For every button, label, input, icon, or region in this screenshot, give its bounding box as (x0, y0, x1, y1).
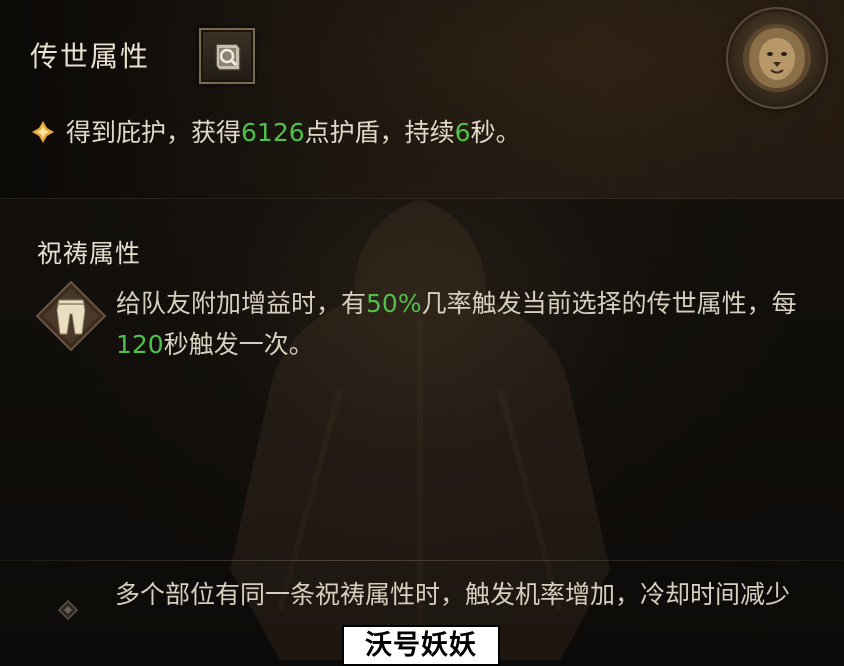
legendary-attribute-title: 传世属性 (30, 40, 151, 73)
watermark: 沃号妖妖 (342, 625, 500, 666)
header-band (0, 0, 844, 199)
chance-value: 50% (366, 289, 422, 318)
effect-text-2: 点护盾，持续 (304, 118, 455, 147)
tip-text: 多个部位有同一条祝祷属性时，触发机率增加，冷却时间减少 (115, 580, 791, 609)
blessing-attribute-title: 祝祷属性 (37, 239, 142, 268)
blessing-text-3: 秒触发一次。 (163, 330, 314, 359)
tip-diamond-bullet-icon (57, 599, 79, 621)
blessing-description: 给队友附加增益时，有50%几率触发当前选择的传世属性，每 120秒触发一次。 (116, 283, 816, 365)
effect-text-1: 得到庇护，获得 (66, 118, 242, 147)
codex-button[interactable] (199, 28, 255, 84)
pants-icon (35, 280, 107, 352)
legendary-effect-text: 得到庇护，获得6126点护盾，持续6秒。 (32, 113, 521, 149)
shield-value: 6126 (241, 118, 305, 147)
effect-text-3: 秒。 (470, 118, 521, 147)
duration-value: 6 (454, 118, 471, 147)
gold-diamond-bullet-icon (32, 121, 54, 143)
blessing-text-2: 几率触发当前选择的传世属性，每 (421, 289, 797, 318)
cooldown-value: 120 (116, 330, 164, 359)
blessing-text-1: 给队友附加增益时，有 (116, 289, 367, 318)
divider (0, 560, 844, 561)
codex-search-icon (215, 43, 241, 71)
lion-emblem-icon (731, 12, 823, 104)
